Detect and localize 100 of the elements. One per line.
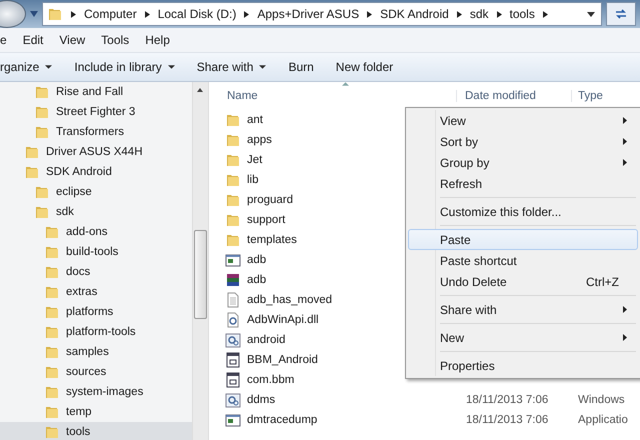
text-file-icon: [225, 292, 241, 308]
context-menu-item[interactable]: Customize this folder...: [408, 201, 638, 222]
scrollbar[interactable]: [192, 82, 208, 440]
folder-icon: [225, 192, 241, 208]
menu-item[interactable]: e: [0, 33, 15, 47]
file-name[interactable]: support: [247, 214, 286, 226]
toolbar-button[interactable]: Burn: [288, 60, 314, 74]
file-name[interactable]: android: [247, 334, 286, 346]
date-cell: 18/11/2013 7:06: [466, 394, 548, 406]
tree-item[interactable]: build-tools: [0, 242, 192, 262]
chevron-icon: [542, 10, 548, 18]
chevron-icon: [71, 10, 76, 18]
dropdown-icon[interactable]: [587, 12, 595, 16]
address-bar[interactable]: Computer Local Disk (D:) Apps+Driver ASUS SDK Android sdk tools: [42, 2, 602, 26]
tree-item[interactable]: eclipse: [0, 182, 192, 202]
context-menu-item[interactable]: Paste: [408, 229, 638, 250]
file-name[interactable]: apps: [247, 134, 272, 146]
folder-icon: [34, 124, 50, 140]
context-menu-item[interactable]: Paste shortcut: [408, 250, 638, 271]
breadcrumb[interactable]: Apps+Driver ASUS: [257, 7, 360, 21]
scroll-up-icon[interactable]: [197, 88, 203, 92]
column-header[interactable]: Date modified: [457, 90, 572, 102]
tree-item-label: docs: [66, 266, 90, 278]
tree-item-label: platforms: [66, 306, 114, 318]
tree-item[interactable]: tools: [0, 422, 192, 440]
file-name[interactable]: adb: [247, 274, 266, 286]
tree-item[interactable]: docs: [0, 262, 192, 282]
tree-item[interactable]: SDK Android: [0, 162, 192, 182]
column-header[interactable]: Name: [209, 90, 457, 102]
chevron-icon: [456, 10, 462, 18]
file-name[interactable]: adb_has_moved: [247, 294, 332, 306]
file-name[interactable]: ant: [247, 114, 263, 126]
tree-item-label: sdk: [56, 206, 74, 218]
folder-icon: [47, 6, 63, 22]
file-name[interactable]: AdbWinApi.dll: [247, 314, 319, 326]
folder-icon: [44, 364, 60, 380]
chevron-icon: [244, 10, 250, 18]
context-menu-item[interactable]: Refresh: [408, 173, 638, 194]
toolbar-button[interactable]: rganize: [0, 60, 52, 74]
file-name[interactable]: dmtracedump: [247, 414, 318, 426]
tree-item[interactable]: temp: [0, 402, 192, 422]
folder-icon: [34, 84, 50, 100]
context-menu-item[interactable]: Sort by: [408, 131, 638, 152]
tree-item[interactable]: Transformers: [0, 122, 192, 142]
breadcrumb[interactable]: Computer: [84, 7, 137, 21]
context-menu-item[interactable]: Share with: [408, 299, 638, 320]
toolbar-button[interactable]: New folder: [336, 60, 394, 74]
breadcrumb[interactable]: SDK Android: [380, 7, 449, 21]
folder-icon: [34, 104, 50, 120]
file-name[interactable]: BBM_Android: [247, 354, 318, 366]
tree-item[interactable]: Rise and Fall: [0, 82, 192, 102]
toolbar-button[interactable]: Include in library: [74, 60, 175, 74]
tree-item[interactable]: Street Fighter 3: [0, 102, 192, 122]
context-menu-item[interactable]: Properties: [408, 355, 638, 376]
tree-item-label: tools: [66, 426, 90, 438]
menu-item[interactable]: View: [51, 33, 94, 47]
folder-icon: [225, 112, 241, 128]
tree-item[interactable]: samples: [0, 342, 192, 362]
tree-item[interactable]: platforms: [0, 302, 192, 322]
history-dropdown-icon[interactable]: [30, 11, 38, 17]
toolbar-button[interactable]: Share with: [196, 60, 266, 74]
scrollbar-thumb[interactable]: [194, 230, 207, 319]
folder-icon: [24, 144, 40, 160]
menu-item[interactable]: Help: [137, 33, 178, 47]
file-name[interactable]: Jet: [247, 154, 262, 166]
tree-item[interactable]: system-images: [0, 382, 192, 402]
file-name[interactable]: com.bbm: [247, 374, 294, 386]
folder-icon: [44, 424, 60, 440]
tree-item[interactable]: Driver ASUS X44H: [0, 142, 192, 162]
folder-icon: [44, 344, 60, 360]
tree-item[interactable]: platform-tools: [0, 322, 192, 342]
breadcrumb[interactable]: tools: [510, 7, 535, 21]
context-menu-item[interactable]: View: [408, 110, 638, 131]
file-name[interactable]: templates: [247, 234, 297, 246]
folder-icon: [34, 204, 50, 220]
file-name[interactable]: adb: [247, 254, 266, 266]
menu-item[interactable]: Edit: [14, 33, 52, 47]
file-name[interactable]: proguard: [247, 194, 294, 206]
context-menu-item[interactable]: Undo Delete Ctrl+Z: [408, 271, 638, 292]
file-name[interactable]: lib: [247, 174, 259, 186]
tree-item-label: add-ons: [66, 226, 108, 238]
shortcut-label: Ctrl+Z: [586, 274, 619, 288]
breadcrumb[interactable]: Local Disk (D:): [158, 7, 236, 21]
console-window-icon: [225, 412, 241, 428]
tree-item-label: eclipse: [56, 186, 92, 198]
folder-icon: [225, 232, 241, 248]
file-name[interactable]: ddms: [247, 394, 276, 406]
breadcrumb[interactable]: sdk: [470, 7, 488, 21]
tree-item[interactable]: sources: [0, 362, 192, 382]
menu-item[interactable]: Tools: [93, 33, 138, 47]
tree-item[interactable]: extras: [0, 282, 192, 302]
column-header[interactable]: Type: [572, 90, 640, 102]
tree-item[interactable]: sdk: [0, 202, 192, 222]
context-menu-item[interactable]: Group by: [408, 152, 638, 173]
folder-icon: [44, 264, 60, 280]
context-menu-item[interactable]: New: [408, 327, 638, 348]
refresh-button[interactable]: [606, 2, 636, 26]
console-window-icon: [225, 252, 241, 268]
archive-icon: [225, 272, 241, 288]
tree-item[interactable]: add-ons: [0, 222, 192, 242]
